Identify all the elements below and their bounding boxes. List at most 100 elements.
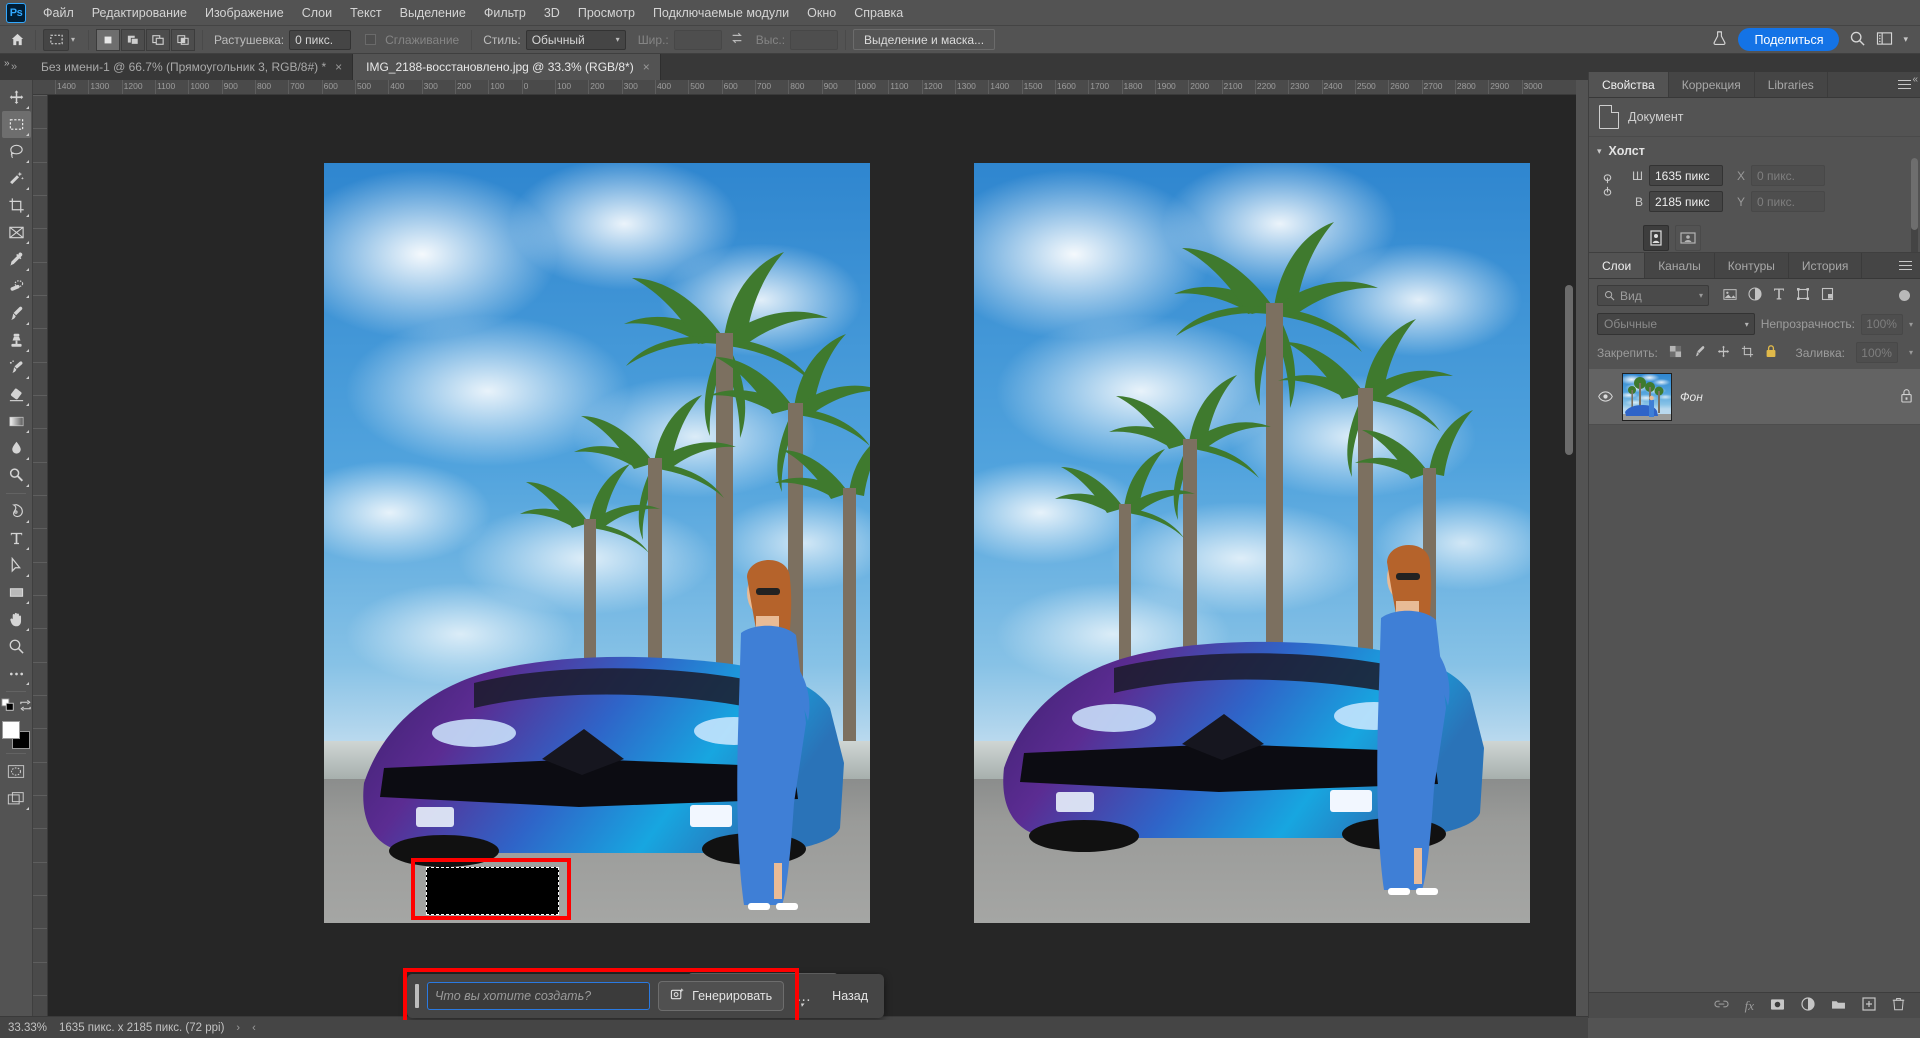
tab-history[interactable]: История (1788, 253, 1863, 278)
lock-artboard-icon[interactable] (1741, 345, 1754, 361)
new-layer-icon[interactable] (1862, 997, 1876, 1014)
canvas-section-header[interactable]: ▾ Холст (1589, 137, 1920, 163)
expand-panels-icon[interactable]: « (1912, 74, 1918, 85)
zoom-level[interactable]: 33.33% (8, 1022, 47, 1034)
frame-tool[interactable] (2, 219, 31, 246)
adjustment-filter-icon[interactable] (1748, 287, 1762, 304)
home-icon[interactable] (6, 29, 28, 51)
layer-name[interactable]: Фон (1680, 390, 1703, 404)
eyedropper-tool[interactable] (2, 246, 31, 273)
tab-properties[interactable]: Свойства (1589, 72, 1669, 97)
collapse-toolbar-icon[interactable]: » (4, 58, 10, 69)
antialias-checkbox[interactable] (365, 34, 377, 45)
tab-img-2188[interactable]: IMG_2188-восстановлено.jpg @ 33.3% (RGB/… (353, 54, 661, 80)
layer-filter-select[interactable]: Вид ▾ (1597, 285, 1709, 306)
rectangular-marquee-icon[interactable] (43, 28, 69, 51)
swap-colors-icon[interactable] (19, 699, 32, 715)
layer-thumbnail[interactable] (1622, 372, 1672, 421)
menu-изображение[interactable]: Изображение (196, 2, 293, 24)
panel-menu-icon[interactable] (1890, 253, 1920, 278)
menu-текст[interactable]: Текст (341, 2, 390, 24)
height-input[interactable] (790, 29, 839, 50)
close-icon[interactable]: × (335, 60, 342, 74)
subtract-from-selection-button[interactable] (146, 28, 171, 51)
menu-редактирование[interactable]: Редактирование (83, 2, 196, 24)
document-window[interactable]: Что вы хотите создать? Генерировать … ▾ … (48, 95, 1576, 1020)
flask-icon[interactable] (1711, 30, 1728, 50)
menu-просмотр[interactable]: Просмотр (569, 2, 644, 24)
lock-position-icon[interactable] (1717, 345, 1730, 361)
menu-выделение[interactable]: Выделение (391, 2, 475, 24)
chevron-down-icon[interactable]: ▾ (71, 35, 75, 44)
eraser-tool[interactable] (2, 381, 31, 408)
style-select[interactable]: Обычный ▾ (525, 29, 626, 50)
feather-input[interactable]: 0 пикс. (289, 29, 352, 50)
chevron-down-icon[interactable]: ▾ (1903, 34, 1908, 45)
rectangular-marquee-tool[interactable] (1, 111, 31, 138)
canvas-height-input[interactable]: 2185 пикс (1649, 191, 1723, 212)
swap-arrows-icon[interactable] (730, 31, 744, 48)
share-button[interactable]: Поделиться (1738, 28, 1840, 51)
canvas-area[interactable]: Что вы хотите создать? Генерировать … ▾ … (48, 95, 1576, 1020)
close-icon[interactable]: × (643, 60, 650, 74)
lock-all-icon[interactable] (1765, 344, 1777, 361)
image-canvas-left[interactable] (324, 163, 870, 923)
new-selection-button[interactable] (96, 28, 121, 51)
delete-layer-icon[interactable] (1892, 997, 1905, 1014)
move-tool[interactable] (2, 84, 31, 111)
crop-tool[interactable] (2, 192, 31, 219)
brush-tool[interactable] (2, 300, 31, 327)
gradient-tool[interactable] (2, 408, 31, 435)
canvas-x-input[interactable]: 0 пикс. (1751, 165, 1825, 186)
healing-brush-tool[interactable] (2, 273, 31, 300)
quick-selection-tool[interactable] (2, 165, 31, 192)
canvas-width-input[interactable]: 1635 пикс (1649, 165, 1723, 186)
search-icon[interactable] (1849, 30, 1866, 50)
image-filter-icon[interactable] (1723, 288, 1737, 304)
pen-tool[interactable] (2, 498, 31, 525)
status-expand-icon[interactable]: › (236, 1022, 240, 1034)
vertical-scrollbar[interactable] (1565, 285, 1573, 455)
lock-transparency-icon[interactable] (1669, 345, 1682, 361)
color-swatches[interactable] (2, 721, 30, 749)
layer-mask-icon[interactable] (1770, 998, 1785, 1014)
new-group-icon[interactable] (1831, 998, 1846, 1013)
visibility-icon[interactable] (1597, 391, 1614, 402)
smart-object-filter-icon[interactable] (1821, 287, 1834, 304)
link-icon[interactable] (1601, 174, 1614, 199)
tab-channels[interactable]: Каналы (1645, 253, 1715, 278)
fill-input[interactable]: 100% (1855, 342, 1898, 363)
screen-mode-icon[interactable] (2, 785, 31, 812)
lasso-tool[interactable] (2, 138, 31, 165)
tab-libraries[interactable]: Libraries (1754, 72, 1828, 97)
path-selection-tool[interactable] (2, 552, 31, 579)
quick-mask-icon[interactable] (2, 758, 31, 785)
portrait-icon[interactable] (1643, 225, 1669, 251)
landscape-icon[interactable] (1675, 225, 1701, 251)
lock-image-icon[interactable] (1693, 345, 1706, 361)
tab-untitled-1[interactable]: Без имени-1 @ 66.7% (Прямоугольник 3, RG… (28, 54, 354, 80)
history-brush-tool[interactable] (2, 354, 31, 381)
chevron-down-icon[interactable]: ▾ (1909, 320, 1913, 329)
menu-справка[interactable]: Справка (845, 2, 912, 24)
menu-фильтр[interactable]: Фильтр (475, 2, 535, 24)
menu-3d[interactable]: 3D (535, 2, 569, 24)
type-tool[interactable] (2, 525, 31, 552)
image-canvas-right[interactable] (974, 163, 1530, 923)
zoom-tool[interactable] (2, 633, 31, 660)
status-collapse-icon[interactable]: ‹ (252, 1022, 256, 1034)
workspace-icon[interactable] (1876, 31, 1893, 49)
type-filter-icon[interactable] (1773, 287, 1785, 304)
intersect-selection-button[interactable] (171, 28, 196, 51)
tab-layers[interactable]: Слои (1589, 253, 1646, 278)
filter-toggle-switch[interactable] (1899, 290, 1910, 301)
blur-tool[interactable] (2, 435, 31, 462)
blend-mode-select[interactable]: Обычные ▾ (1597, 313, 1755, 335)
rectangle-shape-tool[interactable] (2, 579, 31, 606)
select-and-mask-button[interactable]: Выделение и маска... (853, 29, 996, 50)
tab-adjustments[interactable]: Коррекция (1668, 72, 1755, 97)
chevron-down-icon[interactable]: ▾ (1909, 348, 1913, 357)
dodge-tool[interactable] (2, 462, 31, 489)
adjustment-layer-icon[interactable] (1801, 997, 1815, 1014)
layer-row-background[interactable]: Фон (1589, 369, 1920, 425)
